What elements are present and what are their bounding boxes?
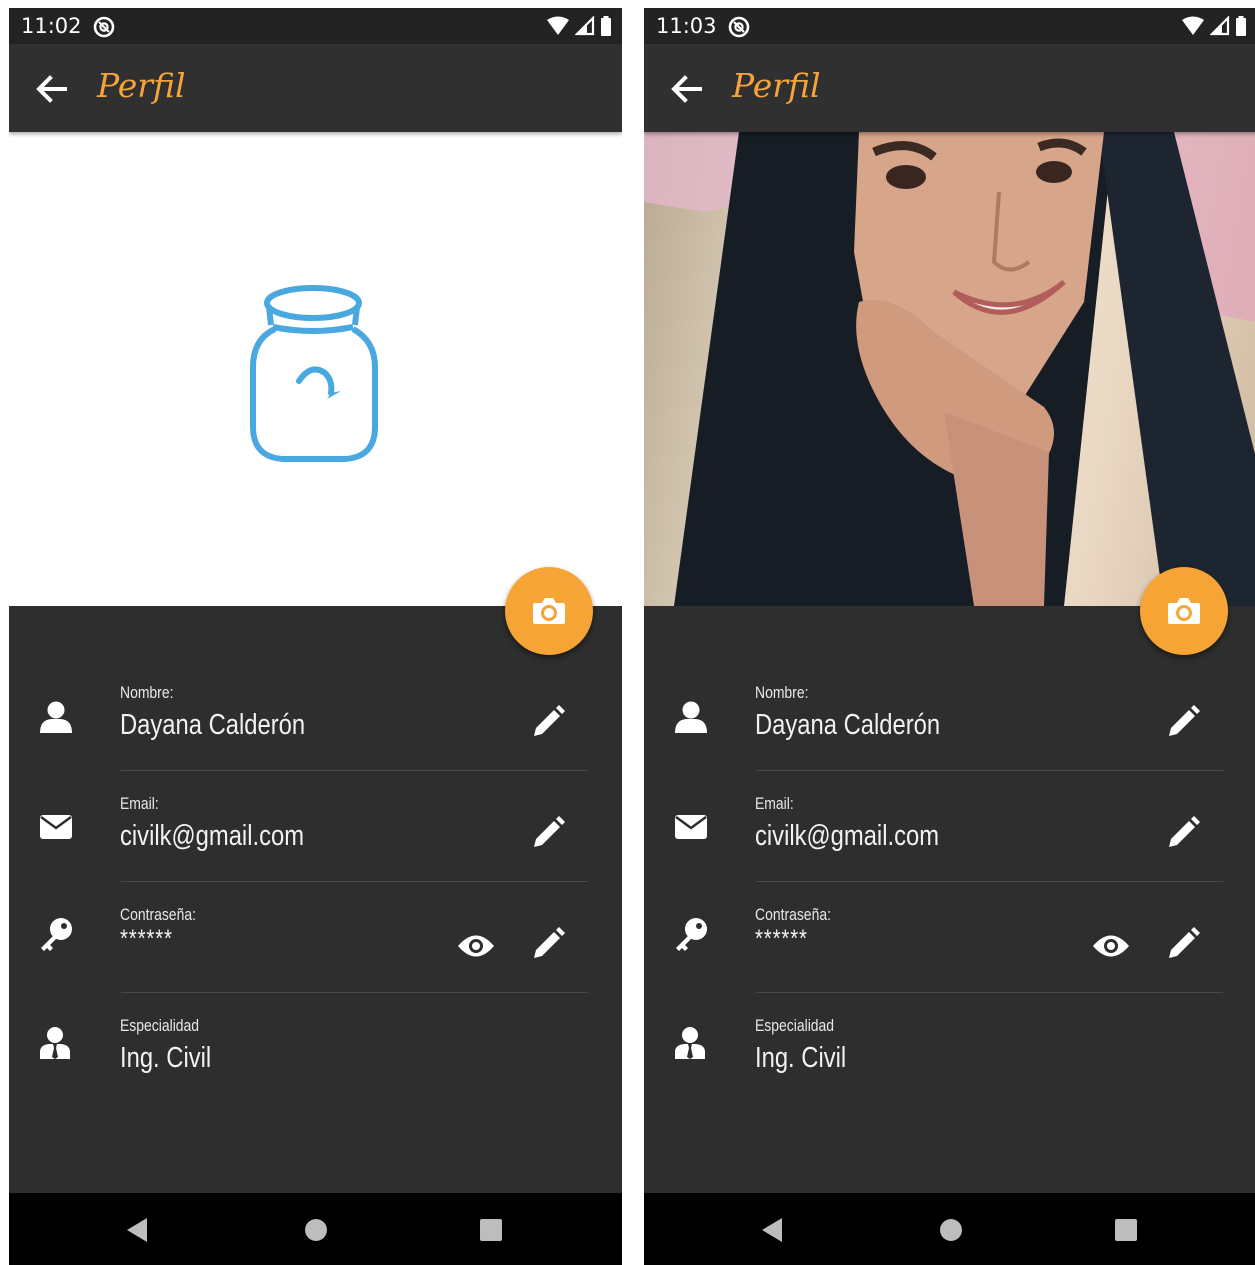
camera-icon [533, 598, 565, 624]
email-row: Email: civilk@gmail.com [644, 766, 1255, 876]
nav-back-icon [762, 1218, 782, 1242]
status-time: 11:03 [656, 14, 717, 38]
back-button[interactable] [35, 72, 69, 106]
jar-placeholder-icon [250, 285, 378, 462]
pencil-icon [534, 927, 565, 958]
nav-recents-icon [1115, 1219, 1137, 1241]
key-icon [674, 917, 708, 957]
nav-home-button[interactable] [304, 1218, 328, 1246]
profile-photo [644, 132, 1255, 606]
email-value: civilk@gmail.com [120, 820, 305, 852]
specialty-label: Especialidad [755, 1016, 835, 1035]
app-bar: Perfil [9, 44, 622, 132]
name-value: Dayana Calderón [755, 709, 941, 741]
pencil-icon [1169, 816, 1200, 847]
password-row: Contraseña: ****** [9, 877, 622, 987]
specialty-row: Especialidad Ing. Civil [644, 988, 1255, 1098]
name-value: Dayana Calderón [120, 709, 306, 741]
profile-photo-image [644, 132, 1255, 606]
signal-icon [1209, 15, 1230, 40]
pencil-icon [534, 705, 565, 736]
email-label: Email: [120, 794, 159, 813]
edit-email-button[interactable] [531, 816, 571, 856]
show-password-button[interactable] [1092, 933, 1132, 963]
status-time: 11:02 [21, 14, 82, 38]
signal-icon [574, 15, 595, 40]
pencil-icon [1169, 927, 1200, 958]
pencil-icon [534, 816, 565, 847]
name-row: Nombre: Dayana Calderón [9, 655, 622, 765]
battery-icon [1235, 16, 1247, 40]
phone-screen-photo: 11:03 Perfil Nombre: Dayana Calderón Ema… [644, 8, 1255, 1265]
eye-icon [458, 935, 494, 957]
name-label: Nombre: [755, 683, 809, 702]
app-notification-icon [728, 16, 750, 42]
envelope-icon [39, 814, 73, 844]
page-title: Perfil [97, 66, 186, 105]
specialty-value: Ing. Civil [755, 1042, 847, 1074]
page-title: Perfil [732, 66, 821, 105]
back-button[interactable] [670, 72, 704, 106]
app-bar: Perfil [644, 44, 1255, 132]
email-label: Email: [755, 794, 794, 813]
back-arrow-icon [671, 75, 702, 103]
profile-photo-placeholder [9, 132, 622, 606]
businessman-icon [674, 1026, 706, 1064]
nav-back-button[interactable] [125, 1217, 149, 1247]
person-icon [674, 700, 708, 738]
name-label: Nombre: [120, 683, 174, 702]
status-indicators [1181, 15, 1247, 40]
camera-icon [1168, 598, 1200, 624]
password-value: ****** [120, 925, 173, 953]
pencil-icon [1169, 705, 1200, 736]
password-label: Contraseña: [755, 905, 831, 924]
status-bar: 11:02 [9, 8, 622, 44]
camera-button[interactable] [1140, 567, 1228, 655]
email-value: civilk@gmail.com [755, 820, 940, 852]
specialty-value: Ing. Civil [120, 1042, 212, 1074]
app-notification-icon [93, 16, 115, 42]
navigation-bar [9, 1193, 622, 1265]
show-password-button[interactable] [457, 933, 497, 963]
envelope-icon [674, 814, 708, 844]
nav-home-button[interactable] [939, 1218, 963, 1246]
password-value: ****** [755, 925, 808, 953]
battery-icon [600, 16, 612, 40]
edit-name-button[interactable] [1166, 705, 1206, 745]
specialty-row: Especialidad Ing. Civil [9, 988, 622, 1098]
person-icon [39, 700, 73, 738]
nav-home-icon [305, 1219, 327, 1241]
eye-icon [1093, 935, 1129, 957]
status-bar: 11:03 [644, 8, 1255, 44]
back-arrow-icon [36, 75, 67, 103]
nav-back-button[interactable] [760, 1217, 784, 1247]
nav-home-icon [940, 1219, 962, 1241]
password-row: Contraseña: ****** [644, 877, 1255, 987]
specialty-label: Especialidad [120, 1016, 200, 1035]
wifi-icon [1181, 16, 1205, 40]
nav-recents-button[interactable] [1114, 1218, 1138, 1246]
password-label: Contraseña: [120, 905, 196, 924]
navigation-bar [644, 1193, 1255, 1265]
nav-recents-button[interactable] [479, 1218, 503, 1246]
status-indicators [546, 15, 612, 40]
nav-recents-icon [480, 1219, 502, 1241]
edit-password-button[interactable] [531, 927, 571, 967]
key-icon [39, 917, 73, 957]
edit-password-button[interactable] [1166, 927, 1206, 967]
edit-name-button[interactable] [531, 705, 571, 745]
businessman-icon [39, 1026, 71, 1064]
nav-back-icon [127, 1218, 147, 1242]
edit-email-button[interactable] [1166, 816, 1206, 856]
phone-screen-placeholder: 11:02 Perfil Nombre: Dayana Calderón Ema… [9, 8, 622, 1265]
wifi-icon [546, 16, 570, 40]
name-row: Nombre: Dayana Calderón [644, 655, 1255, 765]
email-row: Email: civilk@gmail.com [9, 766, 622, 876]
camera-button[interactable] [505, 567, 593, 655]
